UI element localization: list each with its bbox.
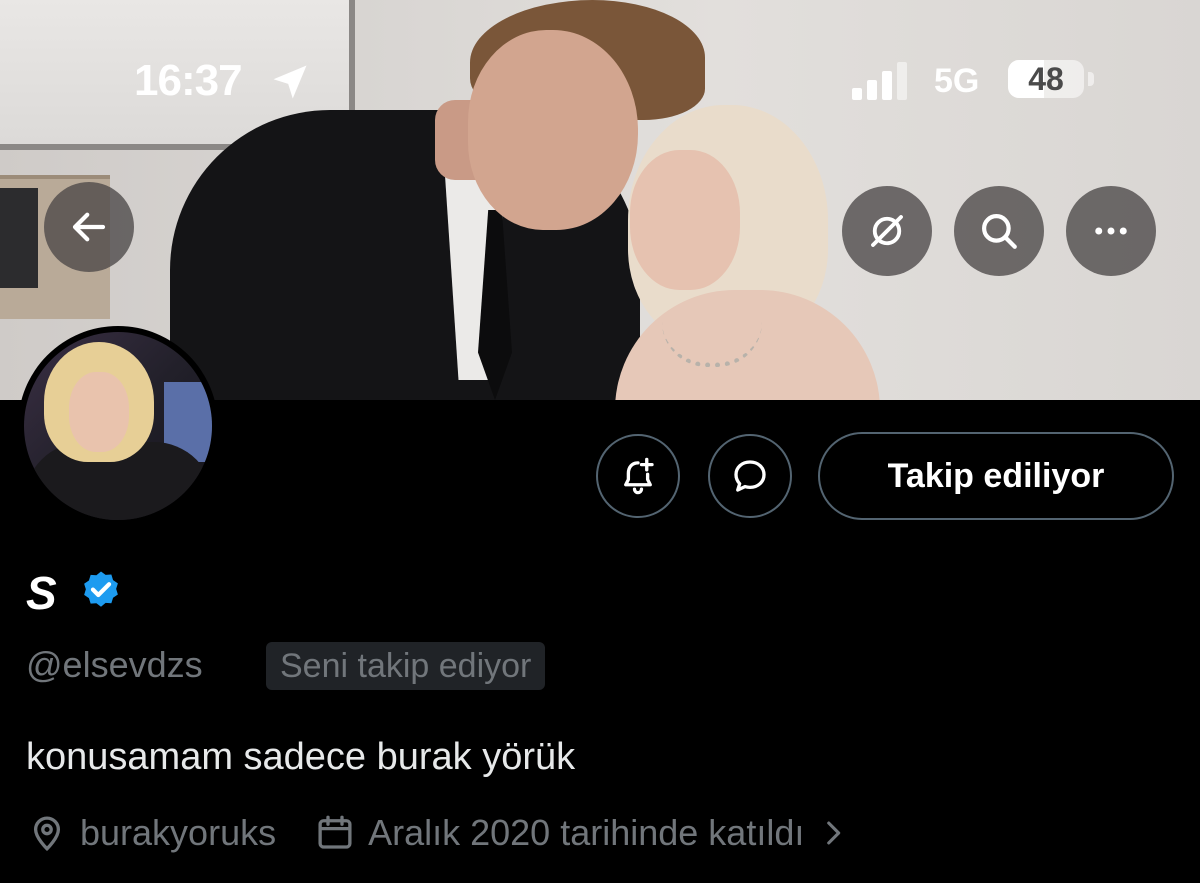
back-button[interactable]: [44, 182, 134, 272]
status-time: 16:37: [134, 56, 243, 105]
battery-indicator: 48: [1008, 60, 1084, 98]
notifications-button[interactable]: [596, 434, 680, 518]
location-pin-icon: [33, 816, 61, 852]
joined-date-text: Aralık 2020 tarihinde katıldı: [368, 812, 805, 853]
follows-you-badge: Seni takip ediyor: [266, 642, 546, 690]
following-button[interactable]: Takip ediliyor: [818, 432, 1174, 520]
signal-icon: [852, 62, 907, 100]
bio-text: konusamam sadece burak yörük: [26, 736, 576, 778]
battery-percent: 48: [1028, 60, 1064, 97]
banner-person-head: [468, 30, 638, 230]
grok-button[interactable]: [842, 186, 932, 276]
chevron-right-icon: [827, 821, 841, 845]
arrow-left-icon: [72, 212, 106, 242]
more-button[interactable]: [1066, 186, 1156, 276]
avatar-face: [69, 372, 129, 452]
banner-person2-face: [630, 150, 740, 290]
message-button[interactable]: [708, 434, 792, 518]
search-button[interactable]: [954, 186, 1044, 276]
verified-badge-icon[interactable]: [78, 568, 124, 614]
battery-nub: [1088, 72, 1094, 86]
network-label: 5G: [934, 62, 980, 100]
banner-tv: [0, 188, 38, 288]
avatar[interactable]: [18, 326, 218, 526]
grok-icon: [871, 215, 903, 247]
location-item: burakyoruks: [26, 812, 276, 854]
search-icon: [982, 214, 1017, 249]
chat-bubble-icon: [734, 460, 766, 492]
more-dots-icon: [1095, 227, 1127, 235]
avatar-image: [24, 332, 212, 520]
profile-meta-row: burakyoruks Aralık 2020 tarihinde katıld…: [26, 808, 850, 858]
bell-plus-icon: [624, 457, 654, 495]
calendar-icon: [318, 815, 352, 849]
joined-item[interactable]: Aralık 2020 tarihinde katıldı: [314, 812, 850, 854]
location-text: burakyoruks: [80, 812, 277, 853]
display-name: S: [26, 567, 57, 619]
location-arrow-icon: [273, 65, 307, 99]
user-handle: @elsevdzs: [26, 644, 203, 685]
